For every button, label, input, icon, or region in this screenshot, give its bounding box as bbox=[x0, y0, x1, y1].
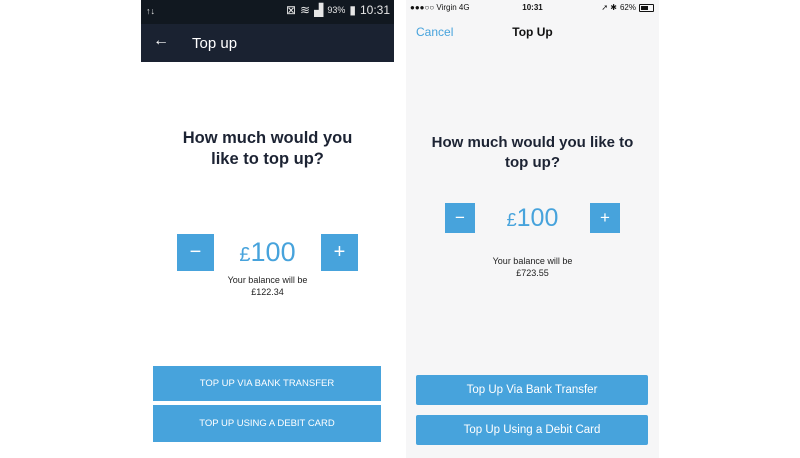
amount-display: £100 bbox=[475, 204, 590, 233]
battery-percent: 62% bbox=[619, 3, 636, 12]
clock: 10:31 bbox=[359, 3, 390, 17]
balance-preview: Your balance will be £723.55 bbox=[406, 255, 659, 279]
balance-label: Your balance will be bbox=[492, 256, 573, 266]
increase-button[interactable]: + bbox=[321, 234, 358, 271]
android-app-bar: ← Top up bbox=[141, 24, 394, 62]
debit-card-button[interactable]: TOP UP USING A DEBIT CARD bbox=[153, 405, 381, 442]
ios-screen: ●●●○○ Virgin 4G 10:31 ➚ ✱ 62% Cancel Top… bbox=[406, 0, 659, 458]
data-transfer-icon: ↑↓ bbox=[146, 6, 155, 16]
location-bluetooth-icons: ➚ ✱ bbox=[601, 3, 617, 12]
ios-nav-bar: Cancel Top Up bbox=[406, 17, 659, 47]
back-arrow-icon[interactable]: ← bbox=[153, 32, 169, 50]
topup-question: How much would you like to top up? bbox=[431, 134, 634, 171]
amount-stepper: − £100 + bbox=[177, 234, 358, 271]
amount-display: £100 bbox=[214, 237, 321, 268]
amount-stepper: − £100 + bbox=[445, 203, 620, 233]
status-icons: ➚ ✱ 62% bbox=[601, 3, 654, 12]
signal-icon: ▟ bbox=[314, 3, 324, 17]
balance-preview: Your balance will be £122.34 bbox=[141, 274, 394, 298]
increase-button[interactable]: + bbox=[590, 203, 620, 233]
android-status-bar: ↑↓ ⊠ ≋ ▟ 93% ▮ 10:31 bbox=[141, 0, 394, 24]
balance-value: £122.34 bbox=[251, 287, 284, 297]
wifi-icon: ≋ bbox=[300, 3, 311, 17]
page-title: Top Up bbox=[512, 25, 553, 39]
android-screen: ↑↓ ⊠ ≋ ▟ 93% ▮ 10:31 ← Top up How much w… bbox=[141, 0, 394, 458]
mute-icon: ⊠ bbox=[285, 3, 297, 17]
battery-percent: 93% bbox=[327, 5, 346, 15]
bank-transfer-button[interactable]: TOP UP VIA BANK TRANSFER bbox=[153, 366, 381, 401]
decrease-button[interactable]: − bbox=[177, 234, 214, 271]
amount-value: 100 bbox=[516, 203, 559, 232]
currency-symbol: £ bbox=[506, 209, 517, 230]
balance-value: £723.55 bbox=[516, 268, 549, 278]
amount-value: 100 bbox=[250, 237, 296, 267]
page-title: Top up bbox=[192, 35, 238, 52]
balance-label: Your balance will be bbox=[227, 275, 308, 285]
status-icons: ⊠ ≋ ▟ 93% ▮ 10:31 bbox=[286, 3, 390, 17]
currency-symbol: £ bbox=[239, 244, 251, 266]
battery-icon: ▮ bbox=[349, 3, 356, 17]
topup-question: How much would you like to top up? bbox=[182, 129, 353, 168]
ios-status-bar: ●●●○○ Virgin 4G 10:31 ➚ ✱ 62% bbox=[406, 0, 659, 17]
battery-icon bbox=[639, 3, 654, 12]
bank-transfer-button[interactable]: Top Up Via Bank Transfer bbox=[416, 375, 648, 405]
debit-card-button[interactable]: Top Up Using a Debit Card bbox=[416, 415, 648, 445]
decrease-button[interactable]: − bbox=[445, 203, 475, 233]
